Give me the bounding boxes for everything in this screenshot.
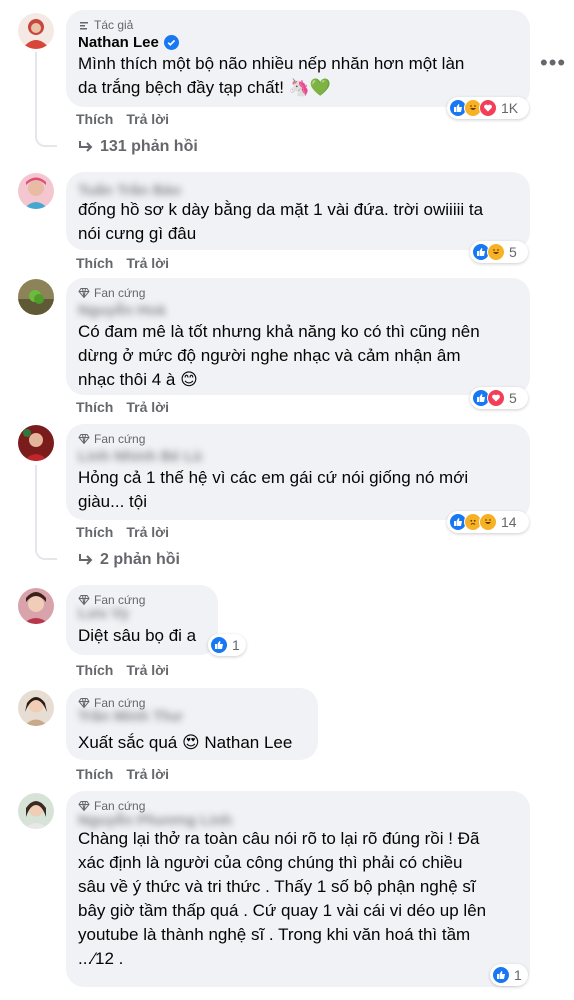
verified-badge-icon <box>163 34 179 50</box>
comment-actions: Thích Trả lời <box>76 524 169 540</box>
reaction-summary[interactable]: 1 <box>208 634 246 656</box>
author-badge: Tác giả <box>78 18 518 32</box>
comment-text: Mình thích một bộ não nhiều nếp nhăn hơn… <box>78 54 465 97</box>
author-name[interactable]: Linh Nhinh Bé Lù <box>78 446 518 466</box>
comment-bubble: Fan cứng Nguyễn Phương Linh Chàng lại th… <box>66 791 530 987</box>
reaction-count: 1 <box>514 967 522 983</box>
comment-text: Xuất sắc quá 😍 Nathan Lee <box>78 733 293 752</box>
comment-bubble: Fan cứng Linh Nhinh Bé Lù Hỏng cả 1 thế … <box>66 424 530 520</box>
author-name[interactable]: Trần Minh Thư <box>78 708 306 725</box>
author-name[interactable]: Nathan Lee <box>78 32 518 52</box>
reaction-summary[interactable]: 5 <box>470 241 528 263</box>
avatar[interactable] <box>18 173 54 209</box>
author-name[interactable]: Tuấn Trần Bảo <box>78 180 518 200</box>
comment-actions: Thích Trả lời <box>76 662 169 678</box>
reply-button[interactable]: Trả lời <box>126 111 169 127</box>
author-name[interactable]: Nguyễn Hoà <box>78 300 518 320</box>
reaction-summary[interactable]: 14 <box>447 511 529 533</box>
like-button[interactable]: Thích <box>76 255 113 271</box>
like-button[interactable]: Thích <box>76 662 113 678</box>
like-button[interactable]: Thích <box>76 111 113 127</box>
comment-actions: Thích Trả lời <box>76 399 169 415</box>
love-reaction-icon <box>487 389 505 407</box>
reply-button[interactable]: Trả lời <box>126 524 169 540</box>
like-button[interactable]: Thích <box>76 766 113 782</box>
comment-text: Hỏng cả 1 thế hệ vì các em gái cứ nói gi… <box>78 468 469 511</box>
comment-bubble: Tuấn Trần Bảo đống hồ sơ k dày bằng da m… <box>66 172 530 250</box>
reaction-summary[interactable]: 5 <box>470 387 528 409</box>
haha-reaction-icon <box>487 243 505 261</box>
avatar[interactable] <box>18 279 54 315</box>
avatar[interactable] <box>18 793 54 829</box>
comment-text: Chàng lại thở ra toàn câu nói rõ to lại … <box>78 829 487 968</box>
comment-bubble: Tác giả Nathan Lee Mình thích một bộ não… <box>66 10 530 107</box>
avatar[interactable] <box>18 690 54 726</box>
like-button[interactable]: Thích <box>76 399 113 415</box>
reply-button[interactable]: Trả lời <box>126 399 169 415</box>
thread-line <box>35 465 57 560</box>
comment-text: Có đam mê là tốt nhưng khả năng ko có th… <box>78 322 480 389</box>
avatar[interactable] <box>18 13 54 49</box>
comment-text: Diệt sâu bọ đi a <box>78 626 197 645</box>
like-reaction-icon <box>210 636 228 654</box>
avatar[interactable] <box>18 425 54 461</box>
reply-button[interactable]: Trả lời <box>126 662 169 678</box>
reply-arrow-icon <box>79 141 93 152</box>
reply-button[interactable]: Trả lời <box>126 255 169 271</box>
diamond-icon <box>78 801 90 812</box>
reaction-count: 5 <box>509 390 517 406</box>
thread-line <box>35 52 57 147</box>
author-name[interactable]: Nguyễn Phương Linh <box>78 812 518 829</box>
reply-arrow-icon <box>79 554 93 565</box>
reaction-count: 5 <box>509 244 517 260</box>
comment-bubble: Fan cứng Nguyễn Hoà Có đam mê là tốt như… <box>66 278 530 395</box>
author-badge: Fan cứng <box>78 286 518 300</box>
author-badge: Fan cứng <box>78 432 518 446</box>
comment-actions: Thích Trả lời <box>76 766 169 782</box>
author-name[interactable]: Lưu Vy <box>78 605 206 622</box>
reaction-count: 1K <box>501 100 519 116</box>
reaction-summary[interactable]: 1K <box>447 97 529 119</box>
diamond-icon <box>78 288 90 299</box>
reply-button[interactable]: Trả lời <box>126 766 169 782</box>
love-reaction-icon <box>479 99 497 117</box>
author-badge-icon <box>80 22 88 30</box>
reaction-count: 14 <box>501 514 517 530</box>
comment-actions: Thích Trả lời <box>76 255 169 271</box>
view-replies-link[interactable]: 2 phản hồi <box>78 551 180 569</box>
avatar[interactable] <box>18 588 54 624</box>
comment-bubble: Fan cứng Trần Minh Thư Xuất sắc quá 😍 Na… <box>66 688 318 760</box>
haha-reaction-icon <box>479 513 497 531</box>
reaction-summary[interactable]: 1 <box>490 964 528 986</box>
more-options-icon[interactable]: ••• <box>540 50 566 76</box>
comment-text: đống hồ sơ k dày bằng da mặt 1 vài đứa. … <box>78 200 484 243</box>
comment-actions: Thích Trả lời <box>76 111 169 127</box>
diamond-icon <box>78 434 90 445</box>
like-button[interactable]: Thích <box>76 524 113 540</box>
comment-bubble: Fan cứng Lưu Vy Diệt sâu bọ đi a <box>66 585 218 655</box>
reaction-count: 1 <box>232 637 240 653</box>
view-replies-link[interactable]: 131 phản hồi <box>78 138 198 156</box>
like-reaction-icon <box>492 966 510 984</box>
